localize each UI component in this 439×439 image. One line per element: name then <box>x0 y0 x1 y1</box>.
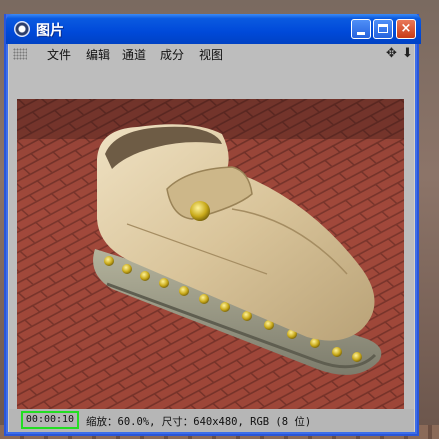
minimize-icon <box>357 32 365 35</box>
close-icon: × <box>400 21 412 36</box>
window-title: 图片 <box>36 23 64 39</box>
image-info-text: 缩放：60.0%, 尺寸：640x480, RGB (8 位) <box>86 416 312 428</box>
shoe-render <box>17 99 404 421</box>
maximize-icon <box>378 24 388 33</box>
timecode-display: 00:00:10 <box>21 411 79 429</box>
client-area: 文件 编辑 通道 成分 视图 ✥ ⬇ 00:00:10 缩放：60.0%, 尺寸… <box>9 44 414 432</box>
maximize-button[interactable] <box>373 19 393 39</box>
minimize-button[interactable] <box>351 19 371 39</box>
toolbar-grip-icon[interactable] <box>13 48 27 60</box>
menu-edit[interactable]: 编辑 <box>86 46 110 63</box>
arrow-down-icon[interactable]: ⬇ <box>402 46 413 61</box>
menu-component[interactable]: 成分 <box>160 46 184 63</box>
title-bar[interactable]: 图片 × <box>6 14 421 44</box>
menu-bar: 文件 编辑 通道 成分 视图 ✥ ⬇ <box>9 44 414 64</box>
menu-file[interactable]: 文件 <box>47 46 71 63</box>
image-canvas[interactable] <box>17 99 404 421</box>
status-bar: 00:00:10 缩放：60.0%, 尺寸：640x480, RGB (8 位) <box>9 409 414 432</box>
app-icon[interactable] <box>14 21 30 37</box>
close-button[interactable]: × <box>396 19 416 39</box>
move-icon[interactable]: ✥ <box>386 46 397 61</box>
menu-view[interactable]: 视图 <box>199 46 223 63</box>
picture-window: 图片 × 文件 编辑 通道 成分 视图 ✥ ⬇ 00:00:10 缩放：60.0… <box>4 14 421 436</box>
menu-channel[interactable]: 通道 <box>122 46 146 63</box>
